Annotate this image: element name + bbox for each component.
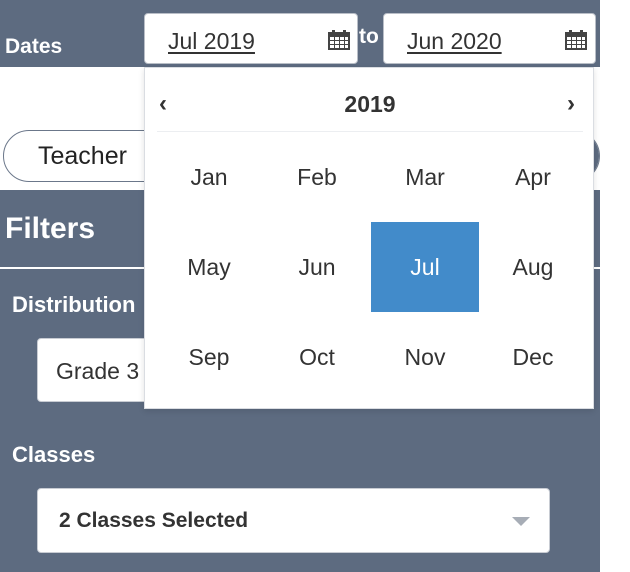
- calendar-icon[interactable]: [565, 30, 587, 50]
- classes-value: 2 Classes Selected: [59, 509, 249, 532]
- start-date-value: Jul 2019: [168, 28, 255, 54]
- month-cell[interactable]: Dec: [479, 312, 587, 402]
- month-cell[interactable]: Sep: [155, 312, 263, 402]
- caret-down-icon[interactable]: [512, 517, 530, 526]
- month-cell[interactable]: Feb: [263, 132, 371, 222]
- month-grid: Jan Feb Mar Apr May Jun Jul Aug Sep Oct …: [155, 132, 587, 402]
- toggle-option-teacher[interactable]: Teacher: [38, 142, 127, 171]
- month-cell[interactable]: Nov: [371, 312, 479, 402]
- start-date-input[interactable]: Jul 2019: [144, 13, 358, 64]
- month-cell[interactable]: Aug: [479, 222, 587, 312]
- month-cell[interactable]: Mar: [371, 132, 479, 222]
- month-cell[interactable]: Apr: [479, 132, 587, 222]
- picker-year[interactable]: 2019: [145, 91, 595, 118]
- month-cell[interactable]: Jan: [155, 132, 263, 222]
- page-background: [600, 0, 630, 572]
- dates-label: Dates: [5, 35, 63, 58]
- distribution-value: Grade 3: [56, 358, 140, 384]
- month-cell[interactable]: Oct: [263, 312, 371, 402]
- month-cell[interactable]: Jul: [371, 222, 479, 312]
- calendar-icon[interactable]: [328, 30, 350, 50]
- classes-label: Classes: [12, 442, 96, 467]
- end-date-input[interactable]: Jun 2020: [383, 13, 596, 64]
- to-label: to: [359, 25, 379, 48]
- month-cell[interactable]: Jun: [263, 222, 371, 312]
- chevron-right-icon[interactable]: ›: [567, 92, 575, 116]
- end-date-value: Jun 2020: [407, 28, 502, 54]
- classes-select[interactable]: 2 Classes Selected: [37, 488, 550, 553]
- filters-heading: Filters: [5, 212, 96, 245]
- month-picker-popup: ‹ 2019 › Jan Feb Mar Apr May Jun Jul Aug…: [144, 67, 594, 409]
- month-cell[interactable]: May: [155, 222, 263, 312]
- distribution-label: Distribution: [12, 292, 136, 317]
